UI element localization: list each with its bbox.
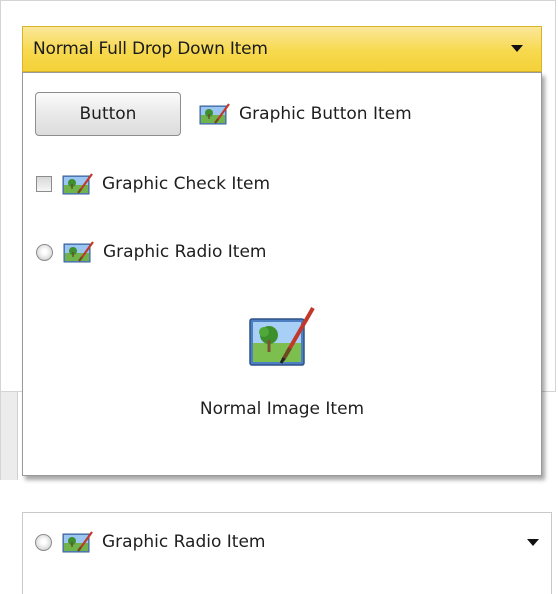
radio-button[interactable] bbox=[36, 243, 53, 261]
radio-button[interactable] bbox=[35, 533, 52, 551]
graphic-button-label: Graphic Button Item bbox=[239, 104, 412, 124]
chevron-down-icon[interactable] bbox=[527, 539, 539, 546]
image-paint-icon bbox=[63, 241, 95, 263]
dropdown-label: Normal Full Drop Down Item bbox=[33, 39, 268, 59]
image-paint-icon bbox=[247, 305, 317, 375]
normal-image-label: Normal Image Item bbox=[199, 399, 365, 419]
image-paint-icon bbox=[199, 103, 231, 125]
chevron-down-icon[interactable] bbox=[511, 45, 523, 52]
graphic-check-label: Graphic Check Item bbox=[102, 174, 271, 194]
graphic-radio-item[interactable]: Graphic Radio Item bbox=[36, 237, 267, 267]
graphic-radio-label: Graphic Radio Item bbox=[102, 532, 266, 552]
image-paint-icon bbox=[62, 531, 94, 553]
image-paint-icon bbox=[62, 173, 94, 195]
full-drop-down-item[interactable]: Normal Full Drop Down Item bbox=[22, 26, 542, 72]
normal-image-item[interactable]: Normal Image Item bbox=[23, 305, 541, 419]
graphic-radio-label: Graphic Radio Item bbox=[103, 242, 267, 262]
graphic-radio-drop-down[interactable]: Graphic Radio Item bbox=[22, 512, 552, 594]
selected-graphic-radio-item[interactable]: Graphic Radio Item bbox=[35, 527, 266, 557]
checkbox[interactable] bbox=[36, 176, 52, 192]
dropdown-popup: Button Graphic Button Item Graphic Check… bbox=[22, 72, 542, 476]
graphic-check-item[interactable]: Graphic Check Item bbox=[36, 169, 270, 199]
graphic-button-item[interactable]: Graphic Button Item bbox=[199, 99, 412, 129]
button-item[interactable]: Button bbox=[35, 92, 181, 136]
background-strip bbox=[0, 392, 18, 480]
